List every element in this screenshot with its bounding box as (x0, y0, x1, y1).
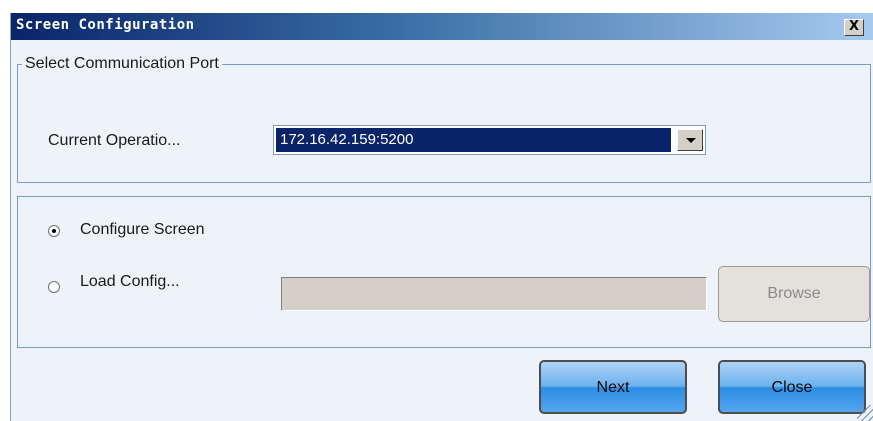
browse-button[interactable]: Browse (718, 266, 870, 322)
config-file-path-field[interactable] (281, 277, 707, 311)
configure-screen-radio[interactable] (48, 225, 60, 237)
port-select[interactable]: 172.16.42.159:5200 (273, 125, 706, 155)
chevron-down-icon[interactable] (677, 129, 703, 151)
window-title: Screen Configuration (16, 17, 195, 33)
next-button[interactable]: Next (539, 360, 687, 414)
load-config-radio[interactable] (48, 281, 60, 293)
close-button[interactable]: Close (718, 360, 866, 414)
title-bar[interactable]: Screen Configuration X (11, 13, 873, 40)
close-icon[interactable]: X (844, 19, 864, 36)
load-config-label[interactable]: Load Config... (80, 273, 180, 291)
communication-port-group: Select Communication Port (17, 56, 871, 183)
port-select-value: 172.16.42.159:5200 (276, 128, 671, 152)
resize-grip-icon[interactable] (857, 405, 873, 421)
screen-configuration-dialog: Screen Configuration X Select Communicat… (10, 13, 873, 421)
configure-screen-label[interactable]: Configure Screen (80, 221, 205, 239)
communication-port-legend: Select Communication Port (25, 55, 219, 72)
current-operation-label: Current Operatio... (48, 132, 181, 149)
